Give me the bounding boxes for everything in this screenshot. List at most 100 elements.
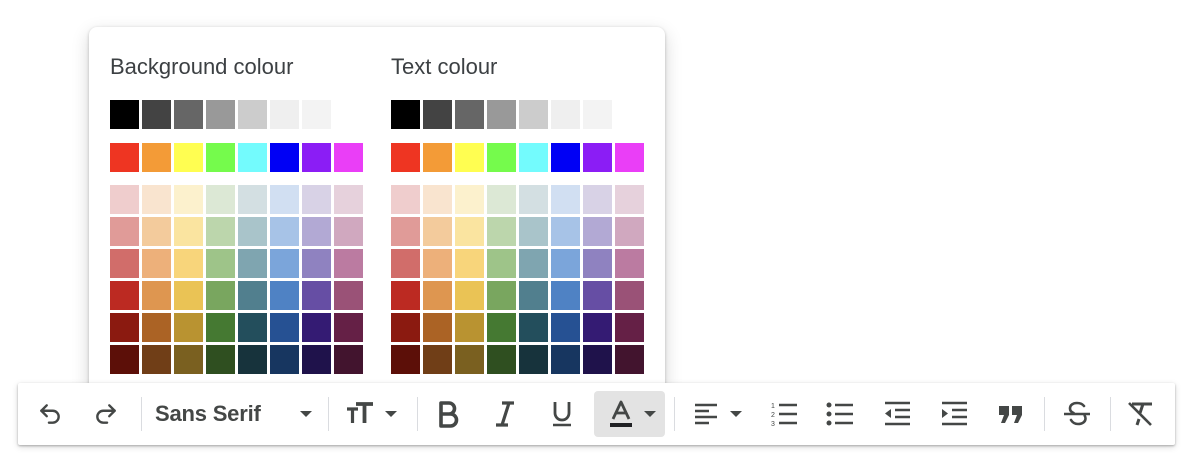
text-colour-swatch[interactable] (551, 143, 580, 172)
background-colour-swatch[interactable] (334, 345, 363, 374)
background-colour-swatch[interactable] (238, 281, 267, 310)
text-colour-swatch[interactable] (423, 217, 452, 246)
background-colour-swatch[interactable] (334, 281, 363, 310)
background-colour-swatch[interactable] (270, 185, 299, 214)
text-colour-swatch[interactable] (583, 185, 612, 214)
background-colour-swatch[interactable] (142, 143, 171, 172)
redo-button[interactable] (88, 391, 124, 437)
font-size-button[interactable] (340, 391, 406, 437)
background-colour-swatch[interactable] (302, 281, 331, 310)
text-colour-swatch[interactable] (455, 313, 484, 342)
background-colour-swatch[interactable] (334, 313, 363, 342)
text-colour-swatch[interactable] (519, 249, 548, 278)
text-colour-swatch[interactable] (455, 249, 484, 278)
background-colour-swatch[interactable] (174, 281, 203, 310)
background-colour-swatch[interactable] (142, 217, 171, 246)
text-colour-swatch[interactable] (551, 345, 580, 374)
text-colour-swatch[interactable] (551, 100, 580, 129)
text-colour-swatch[interactable] (551, 313, 580, 342)
text-colour-swatch[interactable] (583, 143, 612, 172)
align-button[interactable] (686, 391, 748, 437)
background-colour-swatch[interactable] (238, 217, 267, 246)
text-colour-swatch[interactable] (455, 185, 484, 214)
background-colour-swatch[interactable] (206, 249, 235, 278)
strikethrough-button[interactable] (1059, 391, 1095, 437)
background-colour-swatch[interactable] (110, 217, 139, 246)
text-colour-swatch[interactable] (583, 313, 612, 342)
text-colour-swatch[interactable] (487, 249, 516, 278)
text-colour-swatch[interactable] (583, 281, 612, 310)
text-colour-swatch[interactable] (583, 100, 612, 129)
background-colour-swatch[interactable] (238, 313, 267, 342)
background-colour-swatch[interactable] (206, 313, 235, 342)
bold-button[interactable] (430, 391, 466, 437)
background-colour-swatch[interactable] (302, 143, 331, 172)
text-colour-swatch[interactable] (487, 281, 516, 310)
remove-formatting-button[interactable] (1123, 391, 1159, 437)
text-colour-swatch[interactable] (519, 217, 548, 246)
text-colour-swatch[interactable] (551, 185, 580, 214)
text-colour-swatch[interactable] (487, 217, 516, 246)
text-colour-swatch[interactable] (519, 281, 548, 310)
text-colour-swatch[interactable] (487, 345, 516, 374)
text-colour-swatch[interactable] (391, 345, 420, 374)
text-colour-swatch[interactable] (583, 345, 612, 374)
background-colour-swatch[interactable] (110, 281, 139, 310)
text-colour-swatch[interactable] (423, 100, 452, 129)
text-colour-swatch[interactable] (423, 313, 452, 342)
background-colour-swatch[interactable] (174, 143, 203, 172)
indent-more-button[interactable] (936, 391, 972, 437)
background-colour-swatch[interactable] (174, 185, 203, 214)
background-colour-swatch[interactable] (142, 313, 171, 342)
text-colour-swatch[interactable] (455, 100, 484, 129)
text-colour-swatch[interactable] (487, 143, 516, 172)
text-colour-swatch[interactable] (487, 185, 516, 214)
background-colour-swatch[interactable] (270, 313, 299, 342)
text-colour-swatch[interactable] (583, 217, 612, 246)
text-colour-swatch[interactable] (551, 281, 580, 310)
background-colour-swatch[interactable] (334, 143, 363, 172)
background-colour-swatch[interactable] (270, 345, 299, 374)
text-colour-swatch[interactable] (423, 249, 452, 278)
background-colour-swatch[interactable] (174, 249, 203, 278)
background-colour-swatch[interactable] (270, 143, 299, 172)
background-colour-swatch[interactable] (334, 185, 363, 214)
text-colour-swatch[interactable] (455, 217, 484, 246)
background-colour-swatch[interactable] (142, 281, 171, 310)
text-colour-swatch[interactable] (487, 313, 516, 342)
bulleted-list-button[interactable] (822, 391, 858, 437)
text-colour-swatch[interactable] (391, 313, 420, 342)
background-colour-swatch[interactable] (110, 345, 139, 374)
background-colour-swatch[interactable] (174, 313, 203, 342)
background-colour-swatch[interactable] (238, 345, 267, 374)
background-colour-swatch[interactable] (206, 100, 235, 129)
text-colour-swatch[interactable] (519, 143, 548, 172)
background-colour-swatch[interactable] (302, 249, 331, 278)
underline-button[interactable] (544, 391, 580, 437)
background-colour-swatch[interactable] (302, 313, 331, 342)
background-colour-swatch[interactable] (110, 185, 139, 214)
background-colour-swatch[interactable] (142, 345, 171, 374)
background-colour-swatch[interactable] (334, 249, 363, 278)
font-family-select[interactable]: Sans Serif (151, 391, 317, 437)
text-colour-swatch[interactable] (391, 281, 420, 310)
background-colour-swatch[interactable] (206, 345, 235, 374)
text-colour-swatch[interactable] (615, 217, 644, 246)
quote-button[interactable] (993, 391, 1029, 437)
italic-button[interactable] (487, 391, 523, 437)
background-colour-swatch[interactable] (206, 217, 235, 246)
text-colour-swatch[interactable] (551, 217, 580, 246)
background-colour-swatch[interactable] (270, 281, 299, 310)
background-colour-swatch[interactable] (270, 217, 299, 246)
background-colour-swatch[interactable] (206, 281, 235, 310)
text-colour-swatch[interactable] (615, 249, 644, 278)
undo-button[interactable] (32, 391, 68, 437)
numbered-list-button[interactable]: 1 2 3 (766, 391, 802, 437)
background-colour-swatch[interactable] (110, 143, 139, 172)
background-colour-swatch[interactable] (302, 345, 331, 374)
background-colour-swatch[interactable] (142, 185, 171, 214)
text-colour-swatch[interactable] (423, 143, 452, 172)
background-colour-swatch[interactable] (334, 217, 363, 246)
background-colour-swatch[interactable] (110, 100, 139, 129)
background-colour-swatch[interactable] (174, 345, 203, 374)
